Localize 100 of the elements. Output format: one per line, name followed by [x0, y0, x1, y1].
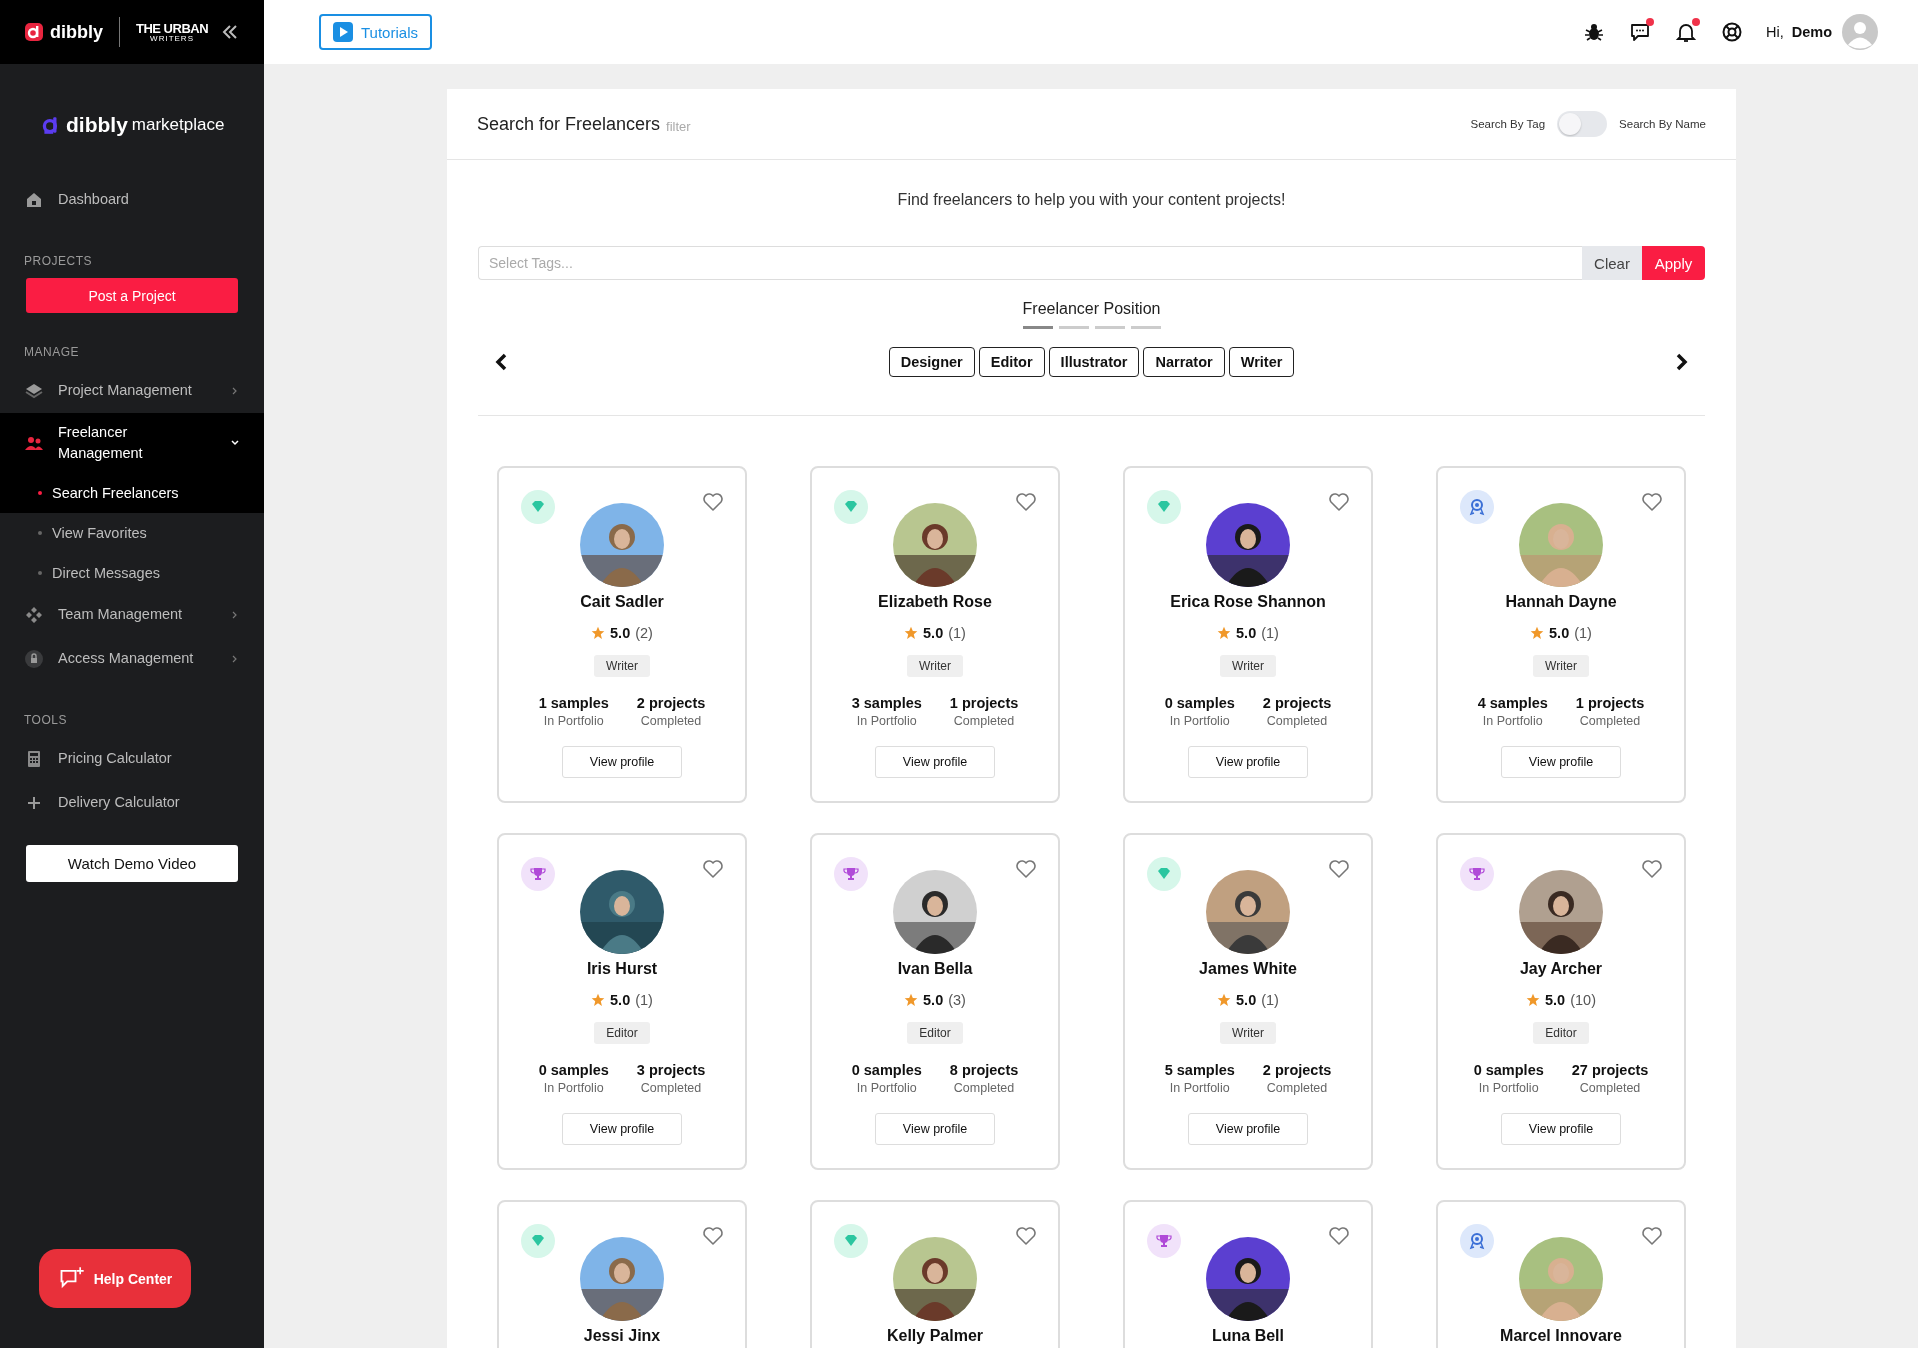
- position-chip[interactable]: Narrator: [1143, 347, 1225, 377]
- help-center-button[interactable]: Help Center: [39, 1249, 191, 1308]
- favorite-heart-icon[interactable]: [701, 490, 725, 514]
- favorite-heart-icon[interactable]: [1327, 490, 1351, 514]
- trophy-badge-icon: [1147, 1224, 1181, 1258]
- diamond-badge-icon: [1147, 857, 1181, 891]
- trophy-badge-icon: [521, 857, 555, 891]
- filter-label: filter: [666, 118, 691, 134]
- freelancer-name: Marcel Innovare: [1500, 1327, 1622, 1345]
- samples-count: 1 samples: [538, 695, 609, 711]
- rating-value: 5.0: [1549, 625, 1570, 641]
- greeting-text: Hi,: [1765, 24, 1784, 40]
- apply-button[interactable]: Apply: [1642, 246, 1705, 280]
- trophy-badge-icon: [834, 857, 868, 891]
- trophy-badge-icon: [1460, 857, 1494, 891]
- stat-label: In Portfolio: [1482, 714, 1543, 728]
- favorite-heart-icon[interactable]: [1640, 490, 1664, 514]
- post-project-button[interactable]: Post a Project: [26, 278, 238, 313]
- favorite-heart-icon[interactable]: [1640, 857, 1664, 881]
- view-profile-button[interactable]: View profile: [1501, 746, 1621, 778]
- freelancer-name: Elizabeth Rose: [878, 593, 992, 611]
- position-chip[interactable]: Designer: [888, 347, 975, 377]
- star-icon: [1530, 626, 1545, 640]
- section-title: Freelancer Position: [1021, 300, 1162, 318]
- toggle-label: Search By Tag: [1470, 118, 1546, 130]
- clear-button[interactable]: Clear: [1582, 246, 1642, 280]
- projects-count: 27 projects: [1571, 1062, 1649, 1078]
- nav-item[interactable]: Delivery Calculator: [0, 781, 264, 825]
- nav-item[interactable]: Team Management: [0, 593, 264, 637]
- stat-label: Completed: [1266, 1081, 1328, 1095]
- nav-item[interactable]: Pricing Calculator: [0, 737, 264, 781]
- rating-value: 5.0: [1545, 992, 1566, 1008]
- stat-label: Completed: [640, 714, 702, 728]
- samples-count: 0 samples: [851, 1062, 922, 1078]
- view-profile-button[interactable]: View profile: [1188, 1113, 1308, 1145]
- view-profile-button[interactable]: View profile: [875, 746, 995, 778]
- freelancer-name: Cait Sadler: [580, 593, 664, 611]
- diamonds-icon: [24, 605, 44, 625]
- nav-item[interactable]: Access Management: [0, 637, 264, 681]
- tags-input-field[interactable]: Select Tags...: [478, 246, 1582, 280]
- nav-item[interactable]: Dashboard: [0, 178, 264, 222]
- nav-item[interactable]: Freelancer Management: [0, 413, 264, 473]
- freelancer-name: Hannah Dayne: [1505, 593, 1617, 611]
- stat-label: In Portfolio: [856, 714, 917, 728]
- favorite-heart-icon[interactable]: [1327, 857, 1351, 881]
- role-tag: Writer: [907, 655, 963, 677]
- submenu-item[interactable]: Direct Messages: [0, 553, 264, 593]
- role-tag: Editor: [1533, 1022, 1589, 1044]
- freelancer-name: Ivan Bella: [897, 960, 973, 978]
- role-tag: Editor: [594, 1022, 650, 1044]
- position-chip[interactable]: Editor: [978, 347, 1045, 377]
- rating-value: 5.0: [923, 625, 944, 641]
- view-profile-button[interactable]: View profile: [562, 746, 682, 778]
- submenu-item[interactable]: Search Freelancers: [0, 473, 264, 513]
- star-icon: [591, 626, 606, 640]
- samples-count: 0 samples: [1164, 695, 1235, 711]
- diamond-badge-icon: [1147, 490, 1181, 524]
- view-profile-button[interactable]: View profile: [562, 1113, 682, 1145]
- lock-icon: [24, 649, 44, 669]
- submenu-item[interactable]: View Favorites: [0, 513, 264, 553]
- samples-count: 3 samples: [851, 695, 922, 711]
- projects-count: 2 projects: [636, 695, 706, 711]
- stat-label: Completed: [953, 714, 1015, 728]
- view-profile-button[interactable]: View profile: [1501, 1113, 1621, 1145]
- role-tag: Editor: [907, 1022, 963, 1044]
- favorite-heart-icon[interactable]: [1014, 857, 1038, 881]
- review-count: (3): [948, 992, 966, 1008]
- app-logo-suffix: marketplace: [131, 115, 225, 135]
- favorite-heart-icon[interactable]: [1640, 1224, 1664, 1248]
- rating-value: 5.0: [923, 992, 944, 1008]
- favorite-heart-icon[interactable]: [1014, 1224, 1038, 1248]
- panel-title: Search for Freelancers: [477, 113, 661, 135]
- view-profile-button[interactable]: View profile: [875, 1113, 995, 1145]
- search-mode-toggle[interactable]: [1557, 111, 1608, 137]
- favorite-heart-icon[interactable]: [701, 1224, 725, 1248]
- position-chip[interactable]: Writer: [1228, 347, 1295, 377]
- favorite-heart-icon[interactable]: [1014, 490, 1038, 514]
- favorite-heart-icon[interactable]: [1327, 1224, 1351, 1248]
- toggle-label: Search By Name: [1619, 118, 1706, 130]
- rating-value: 5.0: [1236, 992, 1257, 1008]
- play-icon: [333, 22, 353, 42]
- freelancer-name: Iris Hurst: [586, 960, 658, 978]
- projects-count: 2 projects: [1262, 695, 1332, 711]
- projects-count: 3 projects: [636, 1062, 706, 1078]
- view-profile-button[interactable]: View profile: [1188, 746, 1308, 778]
- stat-label: Completed: [640, 1081, 702, 1095]
- carousel-indicator[interactable]: [1022, 326, 1053, 329]
- watch-demo-button[interactable]: Watch Demo Video: [26, 845, 238, 882]
- rating-value: 5.0: [1236, 625, 1257, 641]
- award-badge-icon: [1460, 1224, 1494, 1258]
- app-logo-text: dibbly: [66, 113, 128, 137]
- nav-item[interactable]: Project Management: [0, 369, 264, 413]
- favorite-heart-icon[interactable]: [701, 857, 725, 881]
- stat-label: In Portfolio: [543, 714, 604, 728]
- position-chip[interactable]: Illustrator: [1048, 347, 1140, 377]
- diamond-badge-icon: [521, 490, 555, 524]
- projects-count: 1 projects: [1575, 695, 1645, 711]
- freelancer-name: Jessi Jinx: [583, 1327, 661, 1345]
- tutorials-button[interactable]: Tutorials: [319, 14, 432, 50]
- freelancer-name: Jay Archer: [1519, 960, 1603, 978]
